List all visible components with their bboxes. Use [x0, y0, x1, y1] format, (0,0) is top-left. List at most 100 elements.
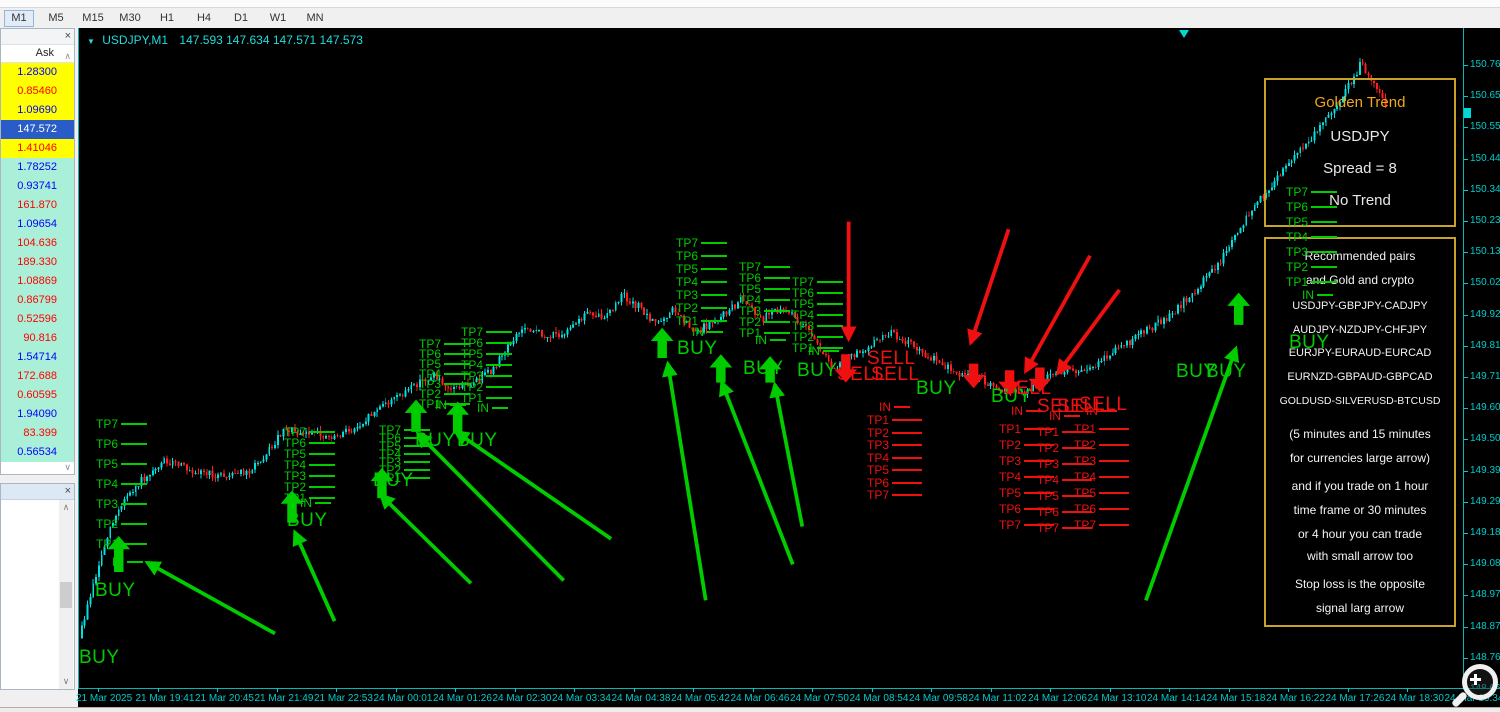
time-axis-tick — [1347, 688, 1349, 692]
time-axis-tick — [336, 688, 337, 692]
status-bar — [0, 707, 1500, 712]
scrollbar-thumb[interactable] — [60, 582, 72, 608]
price-axis[interactable]: 150.760 150.655 150.550 150.445 150.340 150.2… — [1464, 28, 1500, 694]
recommendation-line: GOLDUSD-SILVERUSD-BTCUSD — [1279, 395, 1441, 407]
ask-price-value: 1.54714 — [17, 351, 57, 363]
in-label: IN — [477, 401, 508, 415]
market-watch-row[interactable]: 172.688 — [1, 367, 74, 386]
price-axis-tick — [1464, 189, 1468, 191]
in-label: IN — [112, 555, 143, 569]
scroll-up-icon[interactable]: ∧ — [59, 502, 73, 513]
market-watch-row[interactable]: 1.78252 — [1, 158, 74, 177]
ask-price-value: 147.572 — [17, 123, 57, 135]
time-axis-label: 24 Mar 13:10 — [1087, 693, 1147, 704]
market-watch-row[interactable]: 1.28300 — [1, 63, 74, 82]
buy-signal-text: BUY — [373, 470, 414, 491]
tp-label: TP3 — [676, 288, 728, 302]
close-icon[interactable]: × — [65, 30, 71, 43]
market-watch-row[interactable]: 104.636 — [1, 234, 74, 253]
timeframe-button-w1[interactable]: W1 — [263, 10, 293, 27]
market-watch-titlebar: × — [1, 29, 74, 45]
close-icon[interactable]: × — [65, 485, 71, 498]
sell-signal-text: SELL — [871, 364, 920, 385]
time-axis-tick — [1050, 688, 1051, 692]
market-watch-row[interactable]: 0.52596 — [1, 310, 74, 329]
price-axis-tick — [1464, 221, 1468, 222]
market-watch-row[interactable]: 0.93741 — [1, 177, 74, 196]
market-watch-row[interactable]: 1.08869 — [1, 272, 74, 291]
in-label: IN — [692, 325, 723, 339]
market-watch-row[interactable]: 0.56534 — [1, 443, 74, 462]
current-price-marker — [1464, 108, 1471, 118]
ask-price-value: 90.816 — [23, 332, 57, 344]
ask-price-value: 161.870 — [17, 199, 57, 211]
time-axis-tick — [1288, 688, 1289, 692]
market-watch-row[interactable]: 0.85460 — [1, 82, 74, 101]
tp-label: TP4 — [96, 477, 148, 491]
market-watch-row[interactable]: 1.09690 — [1, 101, 74, 120]
price-axis-tick — [1464, 283, 1468, 285]
timeframe-button-m5[interactable]: M5 — [41, 10, 71, 27]
recommendation-line: time frame or 30 minutes — [1293, 503, 1427, 517]
price-axis-label: 149.815 — [1470, 339, 1500, 351]
market-watch-row[interactable]: 0.86799 — [1, 291, 74, 310]
recommendation-line: USDJPY-GBPJPY-CADJPY — [1292, 300, 1428, 312]
magnifier-glass — [1462, 664, 1498, 700]
market-watch-row[interactable]: 1.94090 — [1, 405, 74, 424]
time-axis[interactable]: 21 Mar 2025 21 Mar 19:41 21 Mar 20:45 21 Ma… — [76, 688, 1500, 707]
price-axis-label: 148.870 — [1470, 620, 1500, 632]
time-axis-label: 24 Mar 15:18 — [1206, 693, 1266, 704]
market-watch-row[interactable]: 90.816 — [1, 329, 74, 348]
market-watch-row[interactable]: 1.41046 — [1, 139, 74, 158]
scroll-down-icon[interactable]: ∨ — [59, 676, 73, 687]
timeframe-button-h1[interactable]: H1 — [152, 10, 182, 27]
in-label: IN — [1302, 288, 1333, 302]
time-axis-label: 21 Mar 20:45 — [195, 693, 254, 704]
price-axis-tick — [1464, 657, 1468, 659]
recommendation-line: and if you trade on 1 hour — [1291, 479, 1429, 493]
time-axis-tick — [812, 688, 813, 692]
market-watch-row[interactable]: 1.54714 — [1, 348, 74, 367]
time-axis-label: 24 Mar 05:42 — [671, 693, 730, 704]
market-watch-price-list: 1.28300 0.85460 1.09690 147.572 1.41046 1.782… — [1, 63, 74, 462]
tp-label: TP5 — [1074, 486, 1130, 500]
market-watch-panel: × Ask ∧ 1.28300 0.85460 1.09690 147.572 1.41… — [0, 28, 75, 475]
time-axis-label: 21 Mar 21:49 — [254, 693, 314, 704]
recommendation-line: or 4 hour you can trade — [1297, 527, 1423, 541]
symbol-dropdown-icon[interactable]: ▼ — [87, 37, 95, 46]
tp-label: TP4 — [1074, 470, 1130, 484]
navigator-scrollbar[interactable]: ∧ ∨ — [59, 500, 73, 689]
market-watch-row[interactable]: 0.60595 — [1, 386, 74, 405]
buy-signal-text: BUY — [1206, 361, 1247, 382]
tp-label: TP6 — [96, 437, 148, 451]
price-axis-tick — [1464, 158, 1468, 160]
price-axis-label: 149.395 — [1470, 464, 1500, 476]
timeframe-button-h4[interactable]: H4 — [189, 10, 219, 27]
timeframe-button-mn[interactable]: MN — [300, 10, 330, 27]
time-axis-tick — [931, 688, 932, 692]
market-watch-row[interactable]: 147.572 — [1, 120, 74, 139]
chart-title[interactable]: ▼ USDJPY,M1 147.593 147.634 147.571 147.… — [87, 33, 363, 47]
time-axis-label: 21 Mar 2025 — [76, 693, 133, 704]
magnifier-plus-icon — [1474, 674, 1477, 685]
timeframe-button-m15[interactable]: M15 — [78, 10, 108, 27]
price-axis-label: 150.445 — [1470, 152, 1500, 164]
ask-price-value: 0.60595 — [17, 389, 57, 401]
chart-area[interactable]: Golden Trend USDJPY Spread = 8 No Trend … — [78, 28, 1463, 688]
chart-ohlc-values: 147.593 147.634 147.571 147.573 — [179, 33, 363, 47]
market-watch-row[interactable]: 1.09654 — [1, 215, 74, 234]
price-axis-label: 149.920 — [1470, 308, 1500, 320]
timeframe-button-m30[interactable]: M30 — [115, 10, 145, 27]
time-axis-label: 24 Mar 00:01 — [373, 693, 433, 704]
market-watch-row[interactable]: 83.399 — [1, 424, 74, 443]
time-axis-label: 24 Mar 07:50 — [790, 693, 849, 704]
market-watch-row[interactable]: 161.870 — [1, 196, 74, 215]
timeframe-button-m1[interactable]: M1 — [4, 9, 34, 27]
time-axis-label: 24 Mar 03:34 — [552, 693, 611, 704]
timeframe-button-d1[interactable]: D1 — [226, 10, 256, 27]
scroll-down-icon[interactable]: ∨ — [64, 462, 71, 473]
time-axis-tick — [514, 688, 516, 692]
market-watch-row[interactable]: 189.330 — [1, 253, 74, 272]
buy-signal-text: BUY — [677, 338, 718, 359]
price-axis-tick — [1464, 533, 1468, 534]
